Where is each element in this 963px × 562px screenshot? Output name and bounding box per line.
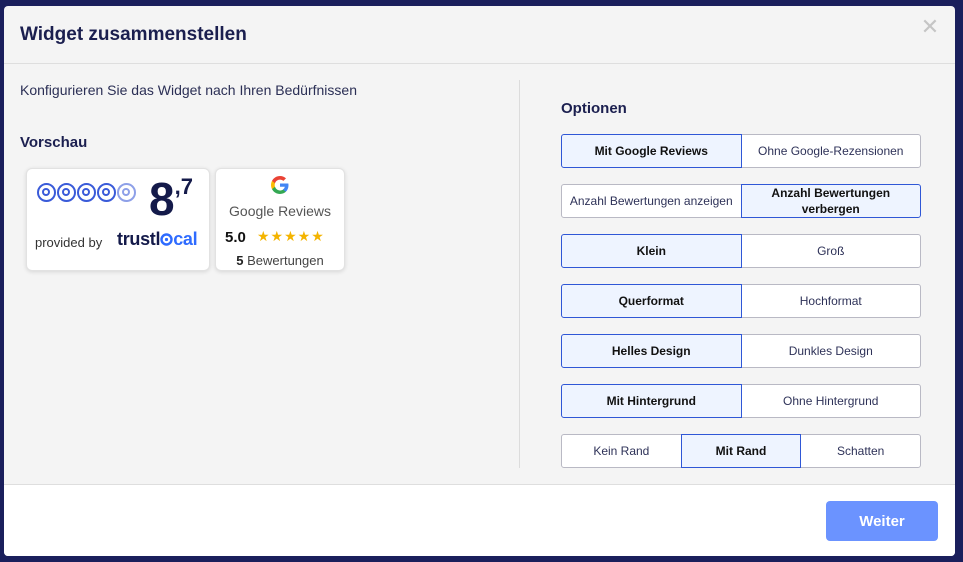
score-main: 8: [149, 173, 175, 225]
logo-o-icon: [160, 233, 173, 246]
option-hide-review-count[interactable]: Anzahl Bewertungen verbergen: [740, 184, 921, 218]
option-with-background[interactable]: Mit Hintergrund: [561, 384, 742, 418]
score-decimal: ,7: [174, 174, 193, 199]
rating-circle: [37, 183, 56, 202]
google-rating-value: 5.0: [225, 229, 246, 246]
option-show-review-count[interactable]: Anzahl Bewertungen anzeigen: [561, 184, 742, 218]
modal-footer: Weiter: [4, 484, 955, 556]
option-background: Mit Hintergrund Ohne Hintergrund: [561, 384, 921, 418]
option-with-google-reviews[interactable]: Mit Google Reviews: [561, 134, 742, 168]
logo-text-part1: trustl: [117, 229, 161, 249]
option-light-design[interactable]: Helles Design: [561, 334, 742, 368]
option-portrait[interactable]: Hochformat: [740, 284, 921, 318]
star-rating-icon: ★★★★★: [257, 228, 325, 244]
trustlocal-widget-preview: 8,7 provided by trustl cal: [26, 168, 210, 271]
trustlocal-score: 8,7: [149, 171, 193, 227]
rating-circle-partial: [117, 183, 136, 202]
option-without-background[interactable]: Ohne Hintergrund: [740, 384, 921, 418]
review-count-label: Bewertungen: [243, 253, 324, 268]
option-no-border[interactable]: Kein Rand: [561, 434, 682, 468]
option-dark-design[interactable]: Dunkles Design: [740, 334, 921, 368]
options-heading: Optionen: [561, 100, 627, 117]
rating-circles-icon: [37, 183, 136, 202]
option-theme: Helles Design Dunkles Design: [561, 334, 921, 368]
preview-heading: Vorschau: [20, 134, 88, 151]
rating-circle: [97, 183, 116, 202]
logo-text-part2: cal: [173, 229, 198, 249]
option-with-border[interactable]: Mit Rand: [680, 434, 802, 468]
rating-circle: [77, 183, 96, 202]
option-google-reviews: Mit Google Reviews Ohne Google-Rezension…: [561, 134, 921, 168]
modal-title: Widget zusammenstellen: [20, 23, 247, 45]
option-shadow[interactable]: Schatten: [800, 434, 922, 468]
option-landscape[interactable]: Querformat: [561, 284, 742, 318]
provided-by-label: provided by: [35, 235, 103, 250]
trustlocal-logo: trustl cal: [117, 229, 198, 250]
widget-config-modal: Widget zusammenstellen ✕ Konfigurieren S…: [4, 6, 955, 556]
column-divider: [519, 80, 520, 468]
modal-subtitle: Konfigurieren Sie das Widget nach Ihren …: [20, 82, 357, 98]
option-without-google-reviews[interactable]: Ohne Google-Rezensionen: [740, 134, 921, 168]
option-size-small[interactable]: Klein: [561, 234, 742, 268]
modal-body: Konfigurieren Sie das Widget nach Ihren …: [4, 64, 955, 484]
option-review-count: Anzahl Bewertungen anzeigen Anzahl Bewer…: [561, 184, 921, 218]
option-border: Kein Rand Mit Rand Schatten: [561, 434, 922, 468]
google-g-icon: [271, 176, 289, 194]
google-reviews-title: Google Reviews: [229, 203, 331, 219]
option-size: Klein Groß: [561, 234, 921, 268]
review-count: 5 Bewertungen: [216, 253, 344, 268]
option-size-large[interactable]: Groß: [740, 234, 921, 268]
option-orientation: Querformat Hochformat: [561, 284, 921, 318]
close-icon[interactable]: ✕: [919, 16, 941, 38]
next-button[interactable]: Weiter: [826, 501, 938, 541]
google-widget-preview: Google Reviews 5.0 ★★★★★ 5 Bewertungen: [215, 168, 345, 271]
rating-circle: [57, 183, 76, 202]
modal-header: Widget zusammenstellen ✕: [4, 6, 955, 64]
review-count-number: 5: [236, 253, 244, 268]
